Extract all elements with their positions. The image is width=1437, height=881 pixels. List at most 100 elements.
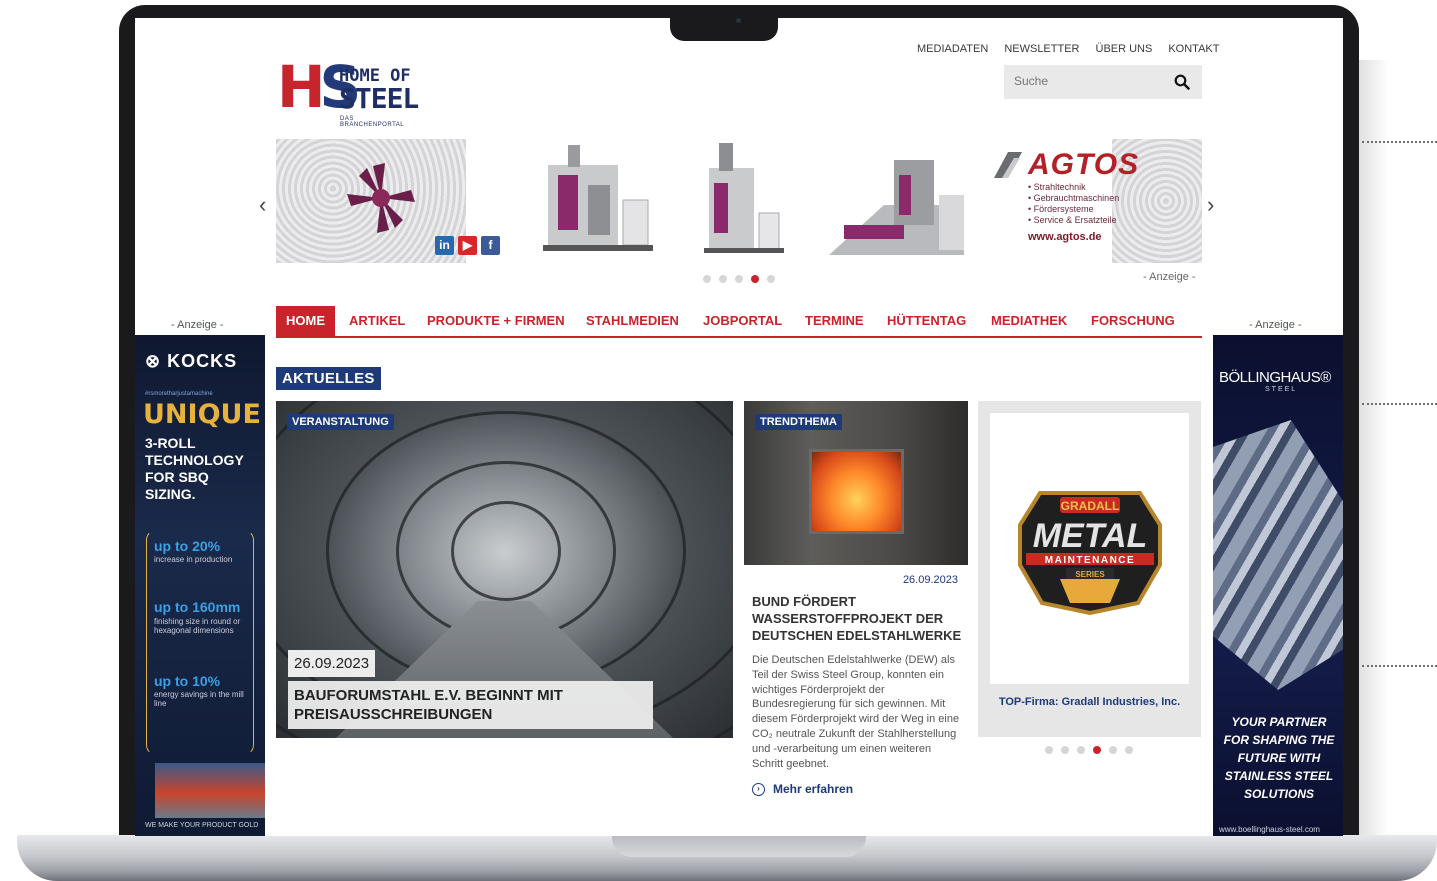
agtos-logo-icon	[994, 152, 1022, 178]
ad-label-left: - Anzeige -	[171, 319, 224, 331]
boellinghaus-sub: STEEL	[1265, 386, 1298, 393]
machine-illustration	[543, 145, 653, 251]
pagination-dot-active[interactable]	[1093, 746, 1101, 754]
ad-label-right: - Anzeige -	[1249, 319, 1302, 331]
featured-company-card[interactable]: GRADALL METAL MAINTENANCE SERIES TOP-Fir…	[978, 401, 1201, 754]
banner-next-button[interactable]: ›	[1207, 192, 1214, 218]
pagination-dot[interactable]	[1061, 746, 1069, 754]
top-link-kontakt[interactable]: KONTAKT	[1168, 43, 1219, 55]
top-link-newsletter[interactable]: NEWSLETTER	[1004, 43, 1079, 55]
laptop-notch	[670, 5, 778, 41]
pagination-dot[interactable]	[1109, 746, 1117, 754]
machine-illustration	[829, 160, 964, 255]
nav-home[interactable]: HOME	[276, 306, 335, 336]
arrow-circle-icon: ›	[752, 782, 765, 796]
youtube-icon[interactable]: ▶	[458, 236, 477, 255]
agtos-service: • Gebrauchtmaschinen	[1028, 193, 1120, 203]
pagination-dot[interactable]	[767, 275, 775, 283]
section-title: AKTUELLES	[276, 367, 381, 390]
article-date: 26.09.2023	[902, 574, 958, 586]
logo-line2: STEEL	[339, 82, 419, 115]
top-nav: MEDIADATEN NEWSLETTER ÜBER UNS KONTAKT	[917, 43, 1219, 55]
nav-stahlmedien[interactable]: STAHLMEDIEN	[586, 306, 679, 336]
gradall-logo-series: SERIES	[1075, 570, 1105, 579]
pagination-dot[interactable]	[703, 275, 711, 283]
laptop-shadow	[1359, 60, 1389, 835]
laptop-base-notch	[612, 835, 866, 857]
nav-produkte-firmen[interactable]: PRODUKTE + FIRMEN	[427, 306, 565, 336]
nav-termine[interactable]: TERMINE	[805, 306, 864, 336]
category-tag[interactable]: TRENDTHEMA	[755, 414, 842, 430]
banner-pagination	[703, 275, 775, 283]
banner-prev-button[interactable]: ‹	[259, 192, 266, 218]
nav-mediathek[interactable]: MEDIATHEK	[991, 306, 1067, 336]
magnifier-icon[interactable]	[1174, 74, 1190, 90]
gradall-logo: GRADALL METAL MAINTENANCE SERIES	[1018, 491, 1162, 615]
machine-illustration	[704, 143, 784, 253]
article-card-secondary[interactable]: TRENDTHEMA 26.09.2023 BUND FÖRDERT WASSE…	[744, 401, 968, 816]
article-card-main[interactable]: VERANSTALTUNG 26.09.2023 BAUFORUMSTAHL E…	[276, 401, 733, 738]
gradall-logo-main: METAL	[1033, 517, 1148, 555]
ad-label: - Anzeige -	[1143, 271, 1196, 283]
sidebar-ad-left[interactable]: ⊗ KOCKS #rsmoretharjustamachine UNIQUE 3…	[135, 335, 265, 836]
agtos-service: • Service & Ersatzteile	[1028, 215, 1117, 225]
furnace-image: TRENDTHEMA	[744, 401, 968, 565]
search-box	[1004, 65, 1202, 99]
article-title[interactable]: BUND FÖRDERT WASSERSTOFFPROJEKT DER DEUT…	[752, 593, 964, 644]
kocks-stat-desc: energy savings in the mill line	[154, 690, 244, 708]
pagination-dot[interactable]	[1077, 746, 1085, 754]
category-tag[interactable]: VERANSTALTUNG	[287, 414, 394, 430]
pagination-dot[interactable]	[719, 275, 727, 283]
kocks-stat-desc: increase in production	[154, 555, 233, 564]
company-logo-frame: GRADALL METAL MAINTENANCE SERIES	[990, 413, 1189, 684]
camera-icon	[736, 18, 741, 23]
top-link-mediadaten[interactable]: MEDIADATEN	[917, 43, 988, 55]
article-title[interactable]: BAUFORUMSTAHL E.V. BEGINNT MIT PREISAUSS…	[288, 681, 653, 729]
callout-line	[1362, 403, 1437, 405]
pagination-dot[interactable]	[735, 275, 743, 283]
kocks-footer: WE MAKE YOUR PRODUCT GOLD	[145, 822, 259, 829]
kocks-stat-value: up to 160mm	[154, 599, 241, 615]
nav-artikel[interactable]: ARTIKEL	[349, 306, 405, 336]
pagination-dot[interactable]	[1045, 746, 1053, 754]
propeller-icon	[347, 163, 415, 233]
agtos-brand: AGTOS	[1028, 148, 1140, 181]
pagination-dot[interactable]	[1125, 746, 1133, 754]
social-links: in ▶ f	[435, 236, 500, 255]
kocks-brand: ⊗ KOCKS	[145, 351, 238, 371]
kocks-headline: UNIQUE	[143, 399, 261, 430]
company-pagination	[1045, 746, 1133, 754]
steel-bars-image	[1213, 420, 1343, 690]
main-nav: HOME ARTIKEL PRODUKTE + FIRMEN STAHLMEDI…	[276, 306, 1202, 338]
agtos-service: • Strahltechnik	[1028, 182, 1086, 192]
article-date: 26.09.2023	[288, 650, 376, 677]
sidebar-ad-right[interactable]: BÖLLINGHAUS® STEEL YOUR PARTNER FOR SHAP…	[1213, 335, 1343, 836]
pagination-dot-active[interactable]	[751, 275, 759, 283]
article-excerpt: Die Deutschen Edelstahlwerke (DEW) als T…	[752, 654, 960, 770]
agtos-ad[interactable]: AGTOS • Strahltechnik • Gebrauchtmaschin…	[992, 148, 1152, 243]
search-input[interactable]	[1014, 74, 1164, 88]
facebook-icon[interactable]: f	[481, 236, 500, 255]
nav-jobportal[interactable]: JOBPORTAL	[703, 306, 782, 336]
browser-screen: HS HOME OF STEEL DAS BRANCHENPORTAL MEDI…	[135, 18, 1343, 836]
company-caption[interactable]: TOP-Firma: Gradall Industries, Inc.	[978, 696, 1201, 708]
tunnel-arch	[451, 501, 561, 601]
nav-huettentag[interactable]: HÜTTENTAG	[887, 306, 966, 336]
callout-line	[1362, 141, 1437, 143]
read-more-link[interactable]: › Mehr erfahren	[752, 782, 853, 796]
read-more-label: Mehr erfahren	[773, 782, 854, 796]
gradall-logo-band: MAINTENANCE	[1045, 555, 1135, 566]
nav-forschung[interactable]: FORSCHUNG	[1091, 306, 1175, 336]
callout-line	[1362, 665, 1437, 667]
kocks-stat-value: up to 20%	[154, 538, 221, 554]
boellinghaus-slogan: YOUR PARTNER FOR SHAPING THE FUTURE WITH…	[1223, 715, 1335, 801]
kocks-technology: 3-ROLL TECHNOLOGY FOR SBQ SIZING.	[145, 435, 244, 502]
linkedin-icon[interactable]: in	[435, 236, 454, 255]
top-link-ueber-uns[interactable]: ÜBER UNS	[1096, 43, 1153, 55]
furnace-glow	[809, 449, 904, 534]
agtos-url: www.agtos.de	[1028, 231, 1102, 243]
boellinghaus-url: www.boellinghaus-steel.com	[1219, 825, 1320, 834]
kocks-stat-value: up to 10%	[154, 673, 221, 689]
gradall-logo-top: GRADALL	[1061, 499, 1120, 513]
site-logo[interactable]: HS HOME OF STEEL DAS BRANCHENPORTAL	[277, 52, 419, 128]
